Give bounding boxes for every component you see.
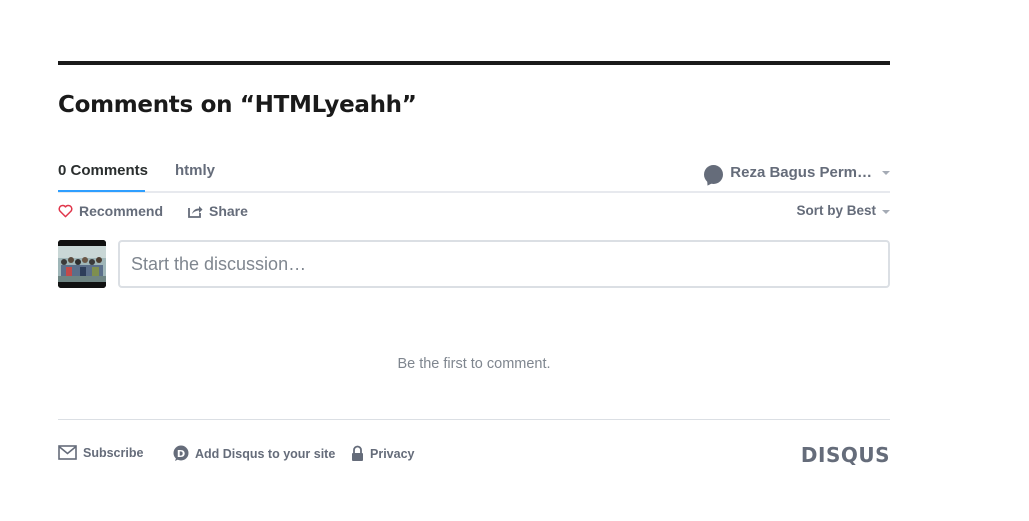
recommend-label: Recommend — [79, 203, 164, 219]
disqus-logo[interactable]: DISQUS — [801, 443, 890, 467]
heart-icon — [58, 204, 73, 218]
tab-comments-label: 0 Comments — [58, 162, 149, 179]
avatar[interactable] — [58, 240, 106, 288]
footer: Subscribe D Add Disqus to your site Priv… — [58, 443, 890, 467]
tab-community[interactable]: htmly — [175, 162, 215, 179]
tab-comments[interactable]: 0 Comments — [58, 162, 149, 192]
tab-bar: 0 Comments htmly Reza Bagus Perm… — [58, 152, 890, 193]
sort-dropdown[interactable]: Sort by Best — [796, 203, 890, 218]
svg-text:D: D — [177, 449, 185, 460]
tab-community-label: htmly — [175, 162, 216, 179]
subscribe-label: Subscribe — [83, 445, 144, 460]
footer-divider — [58, 419, 890, 420]
add-disqus-label: Add Disqus to your site — [195, 446, 336, 461]
user-bubble-icon — [704, 164, 724, 184]
active-tab-indicator — [58, 190, 145, 192]
sort-label: Sort by Best — [796, 203, 876, 218]
mail-icon — [58, 445, 77, 460]
recommend-button[interactable]: Recommend — [58, 203, 163, 219]
empty-state-message: Be the first to comment. — [397, 356, 551, 372]
privacy-label: Privacy — [370, 446, 415, 461]
chevron-down-icon — [882, 171, 890, 175]
lock-icon — [352, 445, 363, 461]
add-disqus-link[interactable]: D Add Disqus to your site — [173, 445, 335, 462]
share-icon — [188, 206, 203, 218]
privacy-link[interactable]: Privacy — [351, 445, 414, 462]
chevron-down-icon — [882, 209, 890, 214]
disqus-d-icon: D — [173, 445, 189, 461]
user-name: Reza Bagus Perm… — [730, 163, 872, 181]
subscribe-link[interactable]: Subscribe — [58, 445, 143, 460]
top-divider — [58, 61, 890, 65]
comment-composer: Start the discussion… — [58, 240, 890, 288]
page-title: Comments on “HTMLyeahh” — [58, 92, 417, 118]
avatar-photo-icon — [58, 240, 106, 288]
share-label: Share — [209, 203, 248, 219]
user-menu[interactable]: Reza Bagus Perm… — [704, 162, 890, 184]
comment-input[interactable]: Start the discussion… — [118, 240, 890, 288]
share-button[interactable]: Share — [188, 203, 248, 219]
thread-actions: Recommend Share Sort by Best — [58, 203, 890, 223]
